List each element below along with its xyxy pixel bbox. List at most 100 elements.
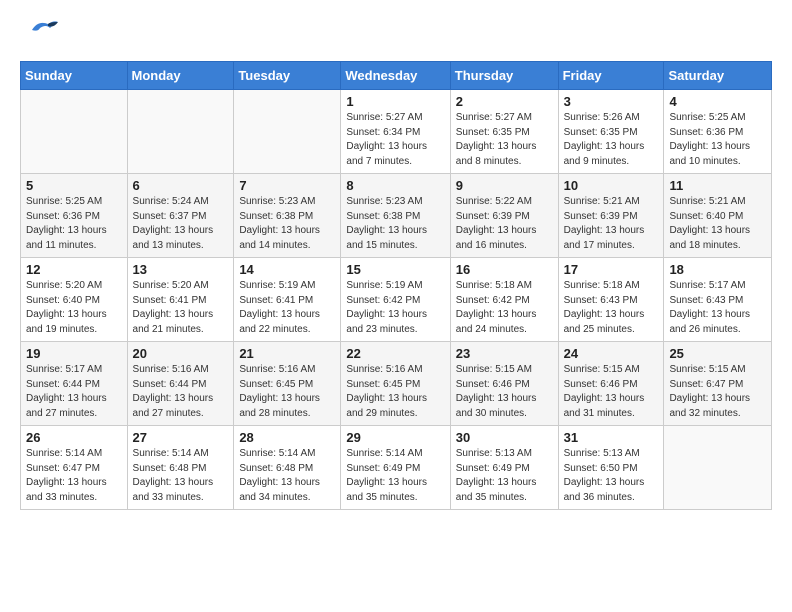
page-header <box>20 20 772 45</box>
calendar-cell: 18 Sunrise: 5:17 AM Sunset: 6:43 PM Dayli… <box>664 258 772 342</box>
day-number: 2 <box>456 94 553 109</box>
day-info: Sunrise: 5:25 AM Sunset: 6:36 PM Dayligh… <box>26 195 122 253</box>
calendar-header-row: SundayMondayTuesdayWednesdayThursdayFrid… <box>21 62 772 90</box>
calendar-cell <box>127 90 234 174</box>
calendar-cell: 30Sunrise: 5:13 AM Sunset: 6:49 PM Dayli… <box>450 426 558 510</box>
day-info: Sunrise: 5:26 AM Sunset: 6:35 PM Dayligh… <box>564 111 659 169</box>
calendar-cell: 2 Sunrise: 5:27 AM Sunset: 6:35 PM Daylig… <box>450 90 558 174</box>
day-number: 29 <box>346 430 444 445</box>
calendar-cell: 22 Sunrise: 5:16 AM Sunset: 6:45 PM Dayli… <box>341 342 450 426</box>
calendar-cell <box>234 90 341 174</box>
day-number: 3 <box>564 94 659 109</box>
day-info: Sunrise: 5:27 AM Sunset: 6:34 PM Dayligh… <box>346 111 444 169</box>
weekday-header-sunday: Sunday <box>21 62 128 90</box>
day-info: Sunrise: 5:23 AM Sunset: 6:38 PM Dayligh… <box>346 195 444 253</box>
calendar-cell: 17 Sunrise: 5:18 AM Sunset: 6:43 PM Dayli… <box>558 258 664 342</box>
calendar-cell: 29 Sunrise: 5:14 AM Sunset: 6:49 PM Dayli… <box>341 426 450 510</box>
day-number: 7 <box>239 178 335 193</box>
weekday-header-saturday: Saturday <box>664 62 772 90</box>
day-info: Sunrise: 5:17 AM Sunset: 6:44 PM Dayligh… <box>26 363 122 421</box>
logo-bird-icon <box>28 16 60 45</box>
day-info: Sunrise: 5:19 AM Sunset: 6:42 PM Dayligh… <box>346 279 444 337</box>
day-number: 28 <box>239 430 335 445</box>
calendar-cell: 8 Sunrise: 5:23 AM Sunset: 6:38 PM Daylig… <box>341 174 450 258</box>
day-info: Sunrise: 5:15 AM Sunset: 6:46 PM Dayligh… <box>456 363 553 421</box>
day-number: 23 <box>456 346 553 361</box>
day-number: 11 <box>669 178 766 193</box>
calendar-cell: 14 Sunrise: 5:19 AM Sunset: 6:41 PM Dayli… <box>234 258 341 342</box>
calendar-cell: 26Sunrise: 5:14 AM Sunset: 6:47 PM Dayli… <box>21 426 128 510</box>
day-info: Sunrise: 5:14 AM Sunset: 6:48 PM Dayligh… <box>239 447 335 505</box>
calendar-cell: 4 Sunrise: 5:25 AM Sunset: 6:36 PM Daylig… <box>664 90 772 174</box>
calendar-cell: 12Sunrise: 5:20 AM Sunset: 6:40 PM Dayli… <box>21 258 128 342</box>
day-number: 9 <box>456 178 553 193</box>
day-info: Sunrise: 5:13 AM Sunset: 6:50 PM Dayligh… <box>564 447 659 505</box>
calendar-cell: 28 Sunrise: 5:14 AM Sunset: 6:48 PM Dayli… <box>234 426 341 510</box>
day-info: Sunrise: 5:17 AM Sunset: 6:43 PM Dayligh… <box>669 279 766 337</box>
calendar-week-row: 19 Sunrise: 5:17 AM Sunset: 6:44 PM Dayli… <box>21 342 772 426</box>
day-number: 24 <box>564 346 659 361</box>
day-number: 4 <box>669 94 766 109</box>
calendar-cell: 20Sunrise: 5:16 AM Sunset: 6:44 PM Dayli… <box>127 342 234 426</box>
day-info: Sunrise: 5:14 AM Sunset: 6:48 PM Dayligh… <box>133 447 229 505</box>
day-info: Sunrise: 5:27 AM Sunset: 6:35 PM Dayligh… <box>456 111 553 169</box>
day-info: Sunrise: 5:25 AM Sunset: 6:36 PM Dayligh… <box>669 111 766 169</box>
calendar-cell: 24Sunrise: 5:15 AM Sunset: 6:46 PM Dayli… <box>558 342 664 426</box>
calendar-cell: 5 Sunrise: 5:25 AM Sunset: 6:36 PM Daylig… <box>21 174 128 258</box>
day-info: Sunrise: 5:18 AM Sunset: 6:42 PM Dayligh… <box>456 279 553 337</box>
calendar-cell <box>21 90 128 174</box>
day-info: Sunrise: 5:18 AM Sunset: 6:43 PM Dayligh… <box>564 279 659 337</box>
day-info: Sunrise: 5:14 AM Sunset: 6:49 PM Dayligh… <box>346 447 444 505</box>
calendar-cell: 27 Sunrise: 5:14 AM Sunset: 6:48 PM Dayli… <box>127 426 234 510</box>
day-number: 21 <box>239 346 335 361</box>
calendar-cell: 21 Sunrise: 5:16 AM Sunset: 6:45 PM Dayli… <box>234 342 341 426</box>
day-info: Sunrise: 5:19 AM Sunset: 6:41 PM Dayligh… <box>239 279 335 337</box>
calendar-week-row: 5 Sunrise: 5:25 AM Sunset: 6:36 PM Daylig… <box>21 174 772 258</box>
calendar-cell: 3 Sunrise: 5:26 AM Sunset: 6:35 PM Daylig… <box>558 90 664 174</box>
day-number: 17 <box>564 262 659 277</box>
day-number: 8 <box>346 178 444 193</box>
calendar-cell: 23 Sunrise: 5:15 AM Sunset: 6:46 PM Dayli… <box>450 342 558 426</box>
day-number: 1 <box>346 94 444 109</box>
calendar-week-row: 12Sunrise: 5:20 AM Sunset: 6:40 PM Dayli… <box>21 258 772 342</box>
day-number: 15 <box>346 262 444 277</box>
day-info: Sunrise: 5:15 AM Sunset: 6:47 PM Dayligh… <box>669 363 766 421</box>
weekday-header-thursday: Thursday <box>450 62 558 90</box>
calendar-cell: 25 Sunrise: 5:15 AM Sunset: 6:47 PM Dayli… <box>664 342 772 426</box>
day-number: 10 <box>564 178 659 193</box>
day-number: 19 <box>26 346 122 361</box>
calendar-cell: 9Sunrise: 5:22 AM Sunset: 6:39 PM Daylig… <box>450 174 558 258</box>
day-info: Sunrise: 5:21 AM Sunset: 6:40 PM Dayligh… <box>669 195 766 253</box>
day-number: 20 <box>133 346 229 361</box>
calendar-cell: 19 Sunrise: 5:17 AM Sunset: 6:44 PM Dayli… <box>21 342 128 426</box>
calendar-cell: 15 Sunrise: 5:19 AM Sunset: 6:42 PM Dayli… <box>341 258 450 342</box>
weekday-header-tuesday: Tuesday <box>234 62 341 90</box>
day-number: 13 <box>133 262 229 277</box>
day-number: 30 <box>456 430 553 445</box>
calendar-cell: 16 Sunrise: 5:18 AM Sunset: 6:42 PM Dayli… <box>450 258 558 342</box>
calendar-cell: 7 Sunrise: 5:23 AM Sunset: 6:38 PM Daylig… <box>234 174 341 258</box>
day-info: Sunrise: 5:14 AM Sunset: 6:47 PM Dayligh… <box>26 447 122 505</box>
day-number: 18 <box>669 262 766 277</box>
day-info: Sunrise: 5:24 AM Sunset: 6:37 PM Dayligh… <box>133 195 229 253</box>
day-number: 22 <box>346 346 444 361</box>
day-info: Sunrise: 5:16 AM Sunset: 6:45 PM Dayligh… <box>239 363 335 421</box>
calendar-cell <box>664 426 772 510</box>
calendar-cell: 31Sunrise: 5:13 AM Sunset: 6:50 PM Dayli… <box>558 426 664 510</box>
day-number: 25 <box>669 346 766 361</box>
day-number: 5 <box>26 178 122 193</box>
logo <box>20 20 60 45</box>
day-number: 16 <box>456 262 553 277</box>
calendar-cell: 6Sunrise: 5:24 AM Sunset: 6:37 PM Daylig… <box>127 174 234 258</box>
weekday-header-wednesday: Wednesday <box>341 62 450 90</box>
calendar-cell: 11 Sunrise: 5:21 AM Sunset: 6:40 PM Dayli… <box>664 174 772 258</box>
calendar-cell: 10Sunrise: 5:21 AM Sunset: 6:39 PM Dayli… <box>558 174 664 258</box>
weekday-header-friday: Friday <box>558 62 664 90</box>
day-info: Sunrise: 5:23 AM Sunset: 6:38 PM Dayligh… <box>239 195 335 253</box>
day-info: Sunrise: 5:16 AM Sunset: 6:45 PM Dayligh… <box>346 363 444 421</box>
calendar-week-row: 1 Sunrise: 5:27 AM Sunset: 6:34 PM Daylig… <box>21 90 772 174</box>
day-number: 27 <box>133 430 229 445</box>
calendar-week-row: 26Sunrise: 5:14 AM Sunset: 6:47 PM Dayli… <box>21 426 772 510</box>
day-number: 14 <box>239 262 335 277</box>
day-number: 12 <box>26 262 122 277</box>
